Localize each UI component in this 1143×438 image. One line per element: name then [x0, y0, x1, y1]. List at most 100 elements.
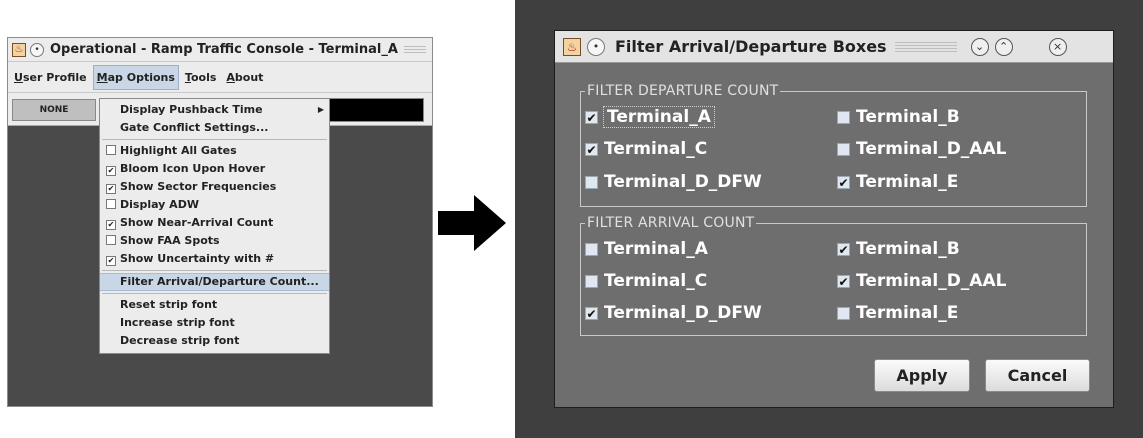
arrival-checkbox[interactable]: ✔ Terminal_B	[837, 237, 960, 261]
menu-item-label: Gate Conflict Settings...	[120, 121, 269, 134]
arrival-checkbox[interactable]: Terminal_A	[585, 237, 708, 261]
menu-item-label: Reset strip font	[120, 298, 218, 311]
checked-box-icon: ✔	[106, 166, 116, 176]
departure-checkbox[interactable]: Terminal_B	[837, 105, 960, 129]
menu-check-item[interactable]: Display ADW	[100, 196, 329, 214]
checkbox-label: Terminal_B	[856, 107, 960, 127]
menu-display-pushback-time[interactable]: Display Pushback Time ▶	[100, 101, 329, 119]
departure-checkbox[interactable]: ✔ Terminal_C	[585, 137, 707, 161]
menu-tools[interactable]: Tools	[181, 65, 220, 90]
unchecked-box-icon	[106, 199, 116, 209]
departure-checkbox[interactable]: Terminal_D_AAL	[837, 137, 1006, 161]
checked-box-icon: ✔	[106, 256, 116, 266]
menu-item-label: Highlight All Gates	[120, 144, 237, 157]
departure-legend: FILTER DEPARTURE COUNT	[587, 83, 779, 99]
menu-separator	[102, 293, 327, 294]
minimize-icon[interactable]: ⌄	[970, 37, 989, 56]
java-app-icon: ♨	[12, 42, 26, 57]
menu-check-item[interactable]: ✔ Show Near-Arrival Count	[100, 214, 329, 232]
checkbox-label: Terminal_D_AAL	[856, 271, 1007, 291]
checkbox-label: Terminal_C	[604, 139, 708, 159]
menu-about[interactable]: About	[222, 65, 267, 90]
checkbox-label: Terminal_D_DFW	[604, 303, 762, 323]
status-field	[326, 98, 424, 122]
dialog-title: Filter Arrival/Departure Boxes	[615, 37, 887, 56]
checked-box-icon: ✔	[106, 184, 116, 194]
window-menu-icon[interactable]: •	[30, 42, 44, 57]
cancel-button[interactable]: Cancel	[985, 359, 1090, 392]
menu-check-item[interactable]: ✔ Show Sector Frequencies	[100, 178, 329, 196]
checked-box-icon[interactable]: ✔	[837, 242, 850, 256]
dropdown-check-items: Highlight All Gates ✔ Bloom Icon Upon Hove…	[100, 142, 329, 268]
unchecked-box-icon[interactable]	[837, 110, 850, 124]
unchecked-box-icon[interactable]	[585, 242, 598, 256]
checked-box-icon[interactable]: ✔	[585, 110, 598, 124]
departure-checkbox[interactable]: ✔ Terminal_A	[585, 105, 715, 129]
menu-check-item[interactable]: Show FAA Spots	[100, 232, 329, 250]
checkbox-label: Terminal_B	[856, 239, 960, 259]
filter-dialog: ♨ • Filter Arrival/Departure Boxes ⌄ ⌃ ×…	[554, 30, 1114, 408]
checkbox-label: Terminal_A	[604, 239, 708, 259]
checked-box-icon[interactable]: ✔	[837, 274, 850, 288]
arrow-right-icon	[438, 195, 506, 251]
unchecked-box-icon[interactable]	[585, 175, 598, 189]
maximize-icon[interactable]: ⌃	[994, 37, 1013, 56]
menu-item-label: Show Sector Frequencies	[120, 180, 277, 193]
titlebar-grip	[403, 45, 426, 54]
menu-item-label: Bloom Icon Upon Hover	[120, 162, 266, 175]
checkbox-label: Terminal_D_AAL	[856, 139, 1007, 159]
menu-user-profile[interactable]: User Profile	[10, 65, 91, 90]
menu-item-label: Show Near-Arrival Count	[120, 216, 274, 229]
menu-item-label: Display Pushback Time	[120, 103, 263, 116]
menu-map-options[interactable]: Map Options	[92, 64, 179, 90]
menu-filter-arrival-departure[interactable]: Filter Arrival/Departure Count...	[100, 273, 329, 291]
departure-checkbox[interactable]: Terminal_D_DFW	[585, 170, 762, 194]
checkbox-label: Terminal_E	[856, 303, 959, 323]
console-title: Operational - Ramp Traffic Console - Ter…	[50, 42, 398, 57]
unchecked-box-icon[interactable]	[837, 142, 850, 156]
menu-item-label: Display ADW	[120, 198, 199, 211]
console-window: ♨ • Operational - Ramp Traffic Console -…	[7, 37, 433, 407]
java-app-icon: ♨	[563, 37, 581, 56]
menu-separator	[102, 139, 327, 140]
menu-item-label: Filter Arrival/Departure Count...	[120, 275, 319, 288]
menu-check-item[interactable]: Highlight All Gates	[100, 142, 329, 160]
menu-gate-conflict-settings[interactable]: Gate Conflict Settings...	[100, 119, 329, 137]
checkbox-label: Terminal_A	[603, 106, 715, 128]
checked-box-icon[interactable]: ✔	[585, 306, 598, 320]
arrival-checkbox[interactable]: ✔ Terminal_D_DFW	[585, 301, 762, 325]
checkbox-label: Terminal_C	[604, 271, 708, 291]
unchecked-box-icon	[106, 235, 116, 245]
console-titlebar: ♨ • Operational - Ramp Traffic Console -…	[8, 38, 432, 62]
none-button[interactable]: NONE	[12, 99, 96, 121]
titlebar-grip	[894, 41, 957, 52]
arrival-checkbox[interactable]: ✔ Terminal_D_AAL	[837, 269, 1006, 293]
submenu-arrow-icon: ▶	[317, 105, 324, 114]
menu-increase-strip-font[interactable]: Increase strip font	[100, 314, 329, 332]
console-menubar: User Profile Map Options Tools About	[8, 62, 432, 93]
close-icon[interactable]: ×	[1048, 37, 1067, 56]
menu-reset-strip-font[interactable]: Reset strip font	[100, 296, 329, 314]
checked-box-icon[interactable]: ✔	[585, 142, 598, 156]
menu-item-label: Show Uncertainty with #	[120, 252, 275, 265]
menu-item-label: Show FAA Spots	[120, 234, 220, 247]
menu-check-item[interactable]: ✔ Show Uncertainty with #	[100, 250, 329, 268]
checked-box-icon: ✔	[106, 220, 116, 230]
unchecked-box-icon[interactable]	[837, 306, 850, 320]
arrival-legend: FILTER ARRIVAL COUNT	[587, 215, 755, 231]
unchecked-box-icon[interactable]	[585, 274, 598, 288]
unchecked-box-icon	[106, 145, 116, 155]
departure-checkbox[interactable]: ✔ Terminal_E	[837, 170, 958, 194]
menu-decrease-strip-font[interactable]: Decrease strip font	[100, 332, 329, 350]
menu-item-label: Decrease strip font	[120, 334, 240, 347]
menu-item-label: Increase strip font	[120, 316, 235, 329]
checked-box-icon[interactable]: ✔	[837, 175, 850, 189]
dialog-titlebar: ♨ • Filter Arrival/Departure Boxes ⌄ ⌃ ×	[555, 31, 1113, 63]
menu-check-item[interactable]: ✔ Bloom Icon Upon Hover	[100, 160, 329, 178]
arrival-checkbox[interactable]: Terminal_C	[585, 269, 707, 293]
menu-separator	[102, 270, 327, 271]
window-menu-icon[interactable]: •	[587, 37, 605, 56]
checkbox-label: Terminal_E	[856, 172, 959, 192]
arrival-checkbox[interactable]: Terminal_E	[837, 301, 958, 325]
apply-button[interactable]: Apply	[874, 359, 970, 392]
